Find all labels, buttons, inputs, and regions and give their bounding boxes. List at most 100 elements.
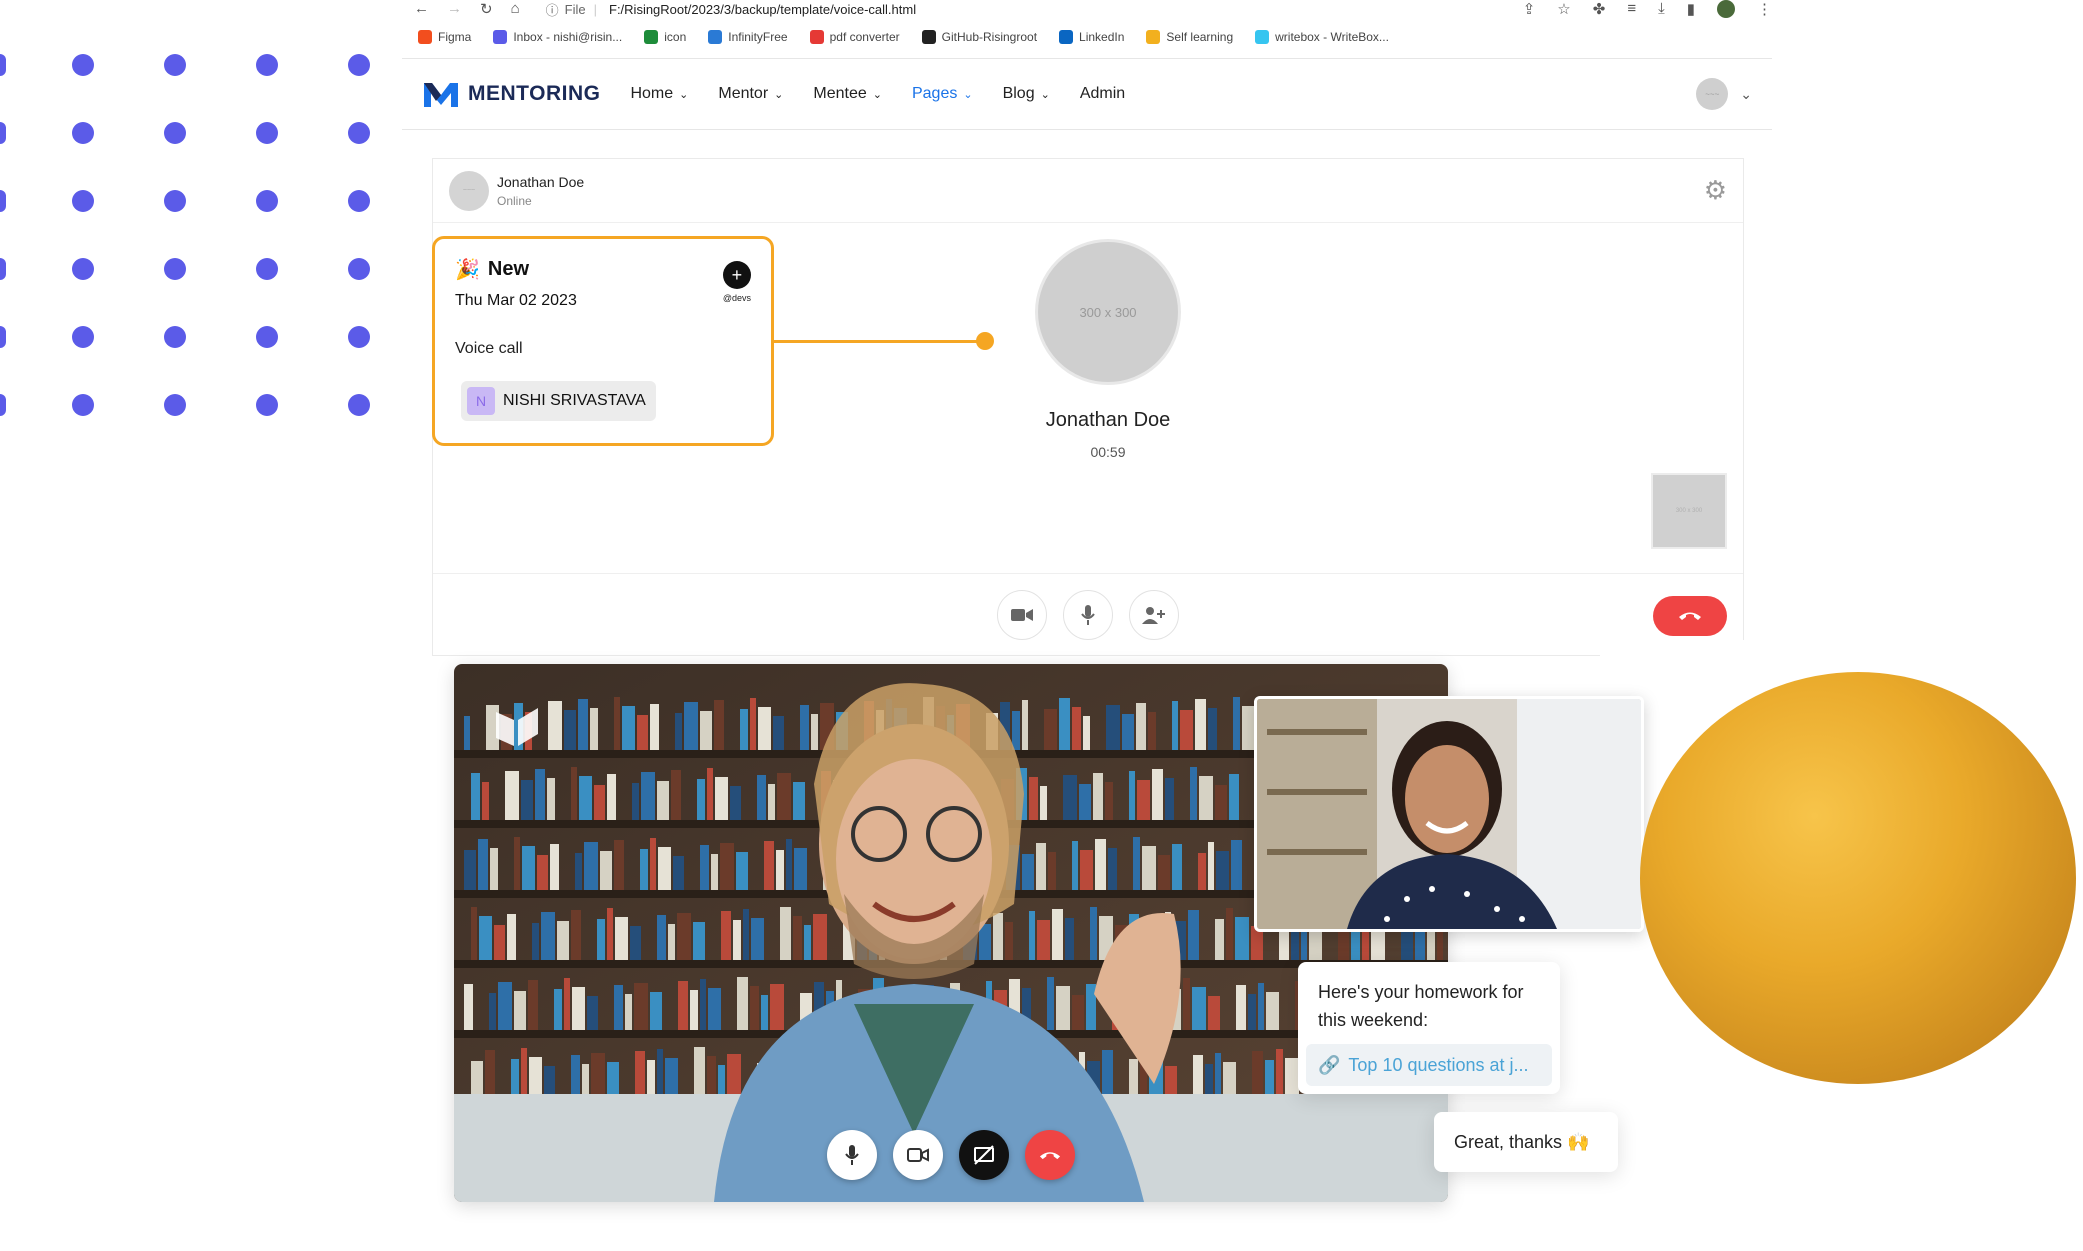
sidepanel-icon[interactable]: ▮: [1687, 0, 1695, 18]
chevron-down-icon[interactable]: ⌄: [1740, 86, 1752, 103]
bookmark-label: LinkedIn: [1079, 30, 1125, 44]
profile-avatar[interactable]: [1717, 0, 1735, 18]
decorative-dot: [348, 394, 370, 416]
microphone-button[interactable]: [1063, 589, 1113, 640]
star-icon[interactable]: ☆: [1557, 0, 1570, 18]
decorative-dot: [348, 122, 370, 144]
nav-item-pages[interactable]: Pages ⌄: [912, 85, 973, 103]
event-card[interactable]: 🎉 New Thu Mar 02 2023 Voice call N NISHI…: [432, 236, 774, 446]
end-call-button[interactable]: [1653, 596, 1727, 636]
decorative-orange-sphere: [1640, 672, 2076, 1084]
home-icon[interactable]: ⌂: [511, 0, 520, 18]
microphone-icon: [1081, 604, 1095, 625]
video-camera-icon: [907, 1148, 929, 1162]
browser-actions: ⇪ ☆ ✤ ≡ ⤓ ▮ ⋮: [1523, 0, 1782, 18]
nav-item-mentor[interactable]: Mentor ⌄: [718, 85, 783, 103]
bookmark-item[interactable]: Inbox - nishi@risin...: [493, 30, 622, 44]
chat-link[interactable]: 🔗 Top 10 questions at j...: [1306, 1044, 1552, 1086]
nav-item-label: Blog: [1002, 85, 1035, 102]
linkedin-icon: [1059, 30, 1074, 44]
brand-name: MENTORING: [468, 82, 601, 105]
attendee-name: NISHI SRIVASTAVA: [503, 392, 646, 409]
video-mic-button[interactable]: [827, 1130, 877, 1180]
chevron-down-icon: ⌄: [872, 88, 882, 101]
brand[interactable]: MENTORING: [422, 79, 600, 109]
gear-icon[interactable]: ⚙: [1704, 175, 1727, 206]
mentoring-logo-icon: [424, 83, 458, 107]
screen-share-off-button[interactable]: [959, 1130, 1009, 1180]
slack-icon: [1255, 30, 1270, 44]
bookmark-item[interactable]: LinkedIn: [1059, 30, 1124, 44]
decorative-dot: [256, 258, 278, 280]
chevron-down-icon: ⌄: [774, 88, 784, 101]
reload-icon[interactable]: ↻: [480, 0, 493, 18]
heart-icon: [809, 30, 824, 44]
nav-item-admin[interactable]: Admin: [1080, 85, 1125, 103]
back-arrow-icon[interactable]: ←: [414, 0, 429, 18]
share-icon[interactable]: ⇪: [1523, 0, 1536, 18]
nav-item-label: Pages: [911, 85, 958, 102]
decorative-dot: [72, 190, 94, 212]
decorative-dot: [72, 394, 94, 416]
bookmark-item[interactable]: Figma: [418, 30, 471, 44]
nav-item-mentee[interactable]: Mentee ⌄: [813, 85, 882, 103]
decorative-dot: [72, 122, 94, 144]
bookmark-item[interactable]: InfinityFree: [708, 30, 788, 44]
info-icon[interactable]: ⓘ: [546, 0, 559, 19]
extensions-icon[interactable]: ✤: [1593, 0, 1606, 18]
event-attendee-chip[interactable]: N NISHI SRIVASTAVA: [461, 381, 656, 421]
bookmark-item[interactable]: Self learning: [1146, 30, 1233, 44]
download-icon[interactable]: ⤓: [1658, 0, 1665, 18]
screen-share-off-icon: [974, 1145, 994, 1165]
chat-reply-text: Great, thanks 🙌: [1454, 1131, 1590, 1152]
decorative-dot: [256, 190, 278, 212]
bookmark-item[interactable]: icon: [644, 30, 686, 44]
decorative-dot: [164, 326, 186, 348]
address-bar[interactable]: F:/RisingRoot/2023/3/backup/template/voi…: [609, 2, 916, 17]
bookmark-label: Figma: [438, 30, 472, 44]
bookmark-item[interactable]: pdf converter: [809, 30, 900, 44]
video-camera-toggle-button[interactable]: [893, 1130, 943, 1180]
w-icon: [644, 30, 659, 44]
add-participant-button[interactable]: [1129, 589, 1179, 640]
sphere-mask: [1600, 640, 2083, 672]
bookmark-item[interactable]: GitHub-Risingroot: [921, 30, 1037, 44]
event-title-row: 🎉 New: [455, 257, 751, 282]
pip-scene: [1257, 699, 1641, 929]
nav-item-blog[interactable]: Blog ⌄: [1003, 85, 1050, 103]
caller-status: Online: [497, 193, 532, 208]
main-menu: Home ⌄ Mentor ⌄ Mentee ⌄ Pages ⌄ Blog ⌄ Admin: [630, 85, 1125, 103]
link-icon: 🔗: [1318, 1054, 1341, 1075]
party-popper-icon: 🎉: [455, 259, 480, 281]
video-end-call-button[interactable]: [1025, 1130, 1075, 1180]
user-menu[interactable]: ~~~ ⌄: [1696, 78, 1752, 110]
protocol-label: File: [564, 1, 586, 17]
chat-message-reply: Great, thanks 🙌: [1434, 1112, 1618, 1172]
chat-message-text: Here's your homework for this weekend:: [1318, 982, 1524, 1030]
self-video-thumbnail[interactable]: 300 x 300: [1651, 473, 1727, 549]
decorative-dot: [348, 326, 370, 348]
decorative-dot: [0, 394, 6, 416]
nav-item-label: Admin: [1079, 85, 1126, 102]
decorative-dot: [72, 54, 94, 76]
decorative-dot: [72, 326, 94, 348]
forward-arrow-icon[interactable]: →: [447, 0, 462, 18]
event-title: New: [487, 258, 530, 280]
reading-list-icon[interactable]: ≡: [1627, 0, 1636, 18]
nav-item-label: Mentor: [718, 85, 769, 102]
bookmark-item[interactable]: writebox - WriteBox...: [1255, 30, 1389, 44]
url-divider: |: [593, 1, 597, 17]
bookmark-label: writebox - WriteBox...: [1275, 30, 1389, 44]
event-connector-dot: [976, 332, 994, 350]
mail-icon: [493, 30, 508, 44]
chat-link-text: Top 10 questions at j...: [1348, 1054, 1529, 1075]
decorative-dot: [256, 54, 278, 76]
video-camera-button[interactable]: [997, 589, 1047, 640]
nav-item-label: Mentee: [813, 85, 867, 102]
pip-video-feed[interactable]: [1254, 696, 1644, 932]
nav-item-home[interactable]: Home ⌄: [630, 85, 688, 103]
kebab-menu-icon[interactable]: ⋮: [1757, 0, 1772, 18]
decorative-dot: [0, 326, 6, 348]
plus-icon[interactable]: +: [722, 261, 751, 289]
user-avatar[interactable]: ~~~: [1696, 78, 1729, 110]
